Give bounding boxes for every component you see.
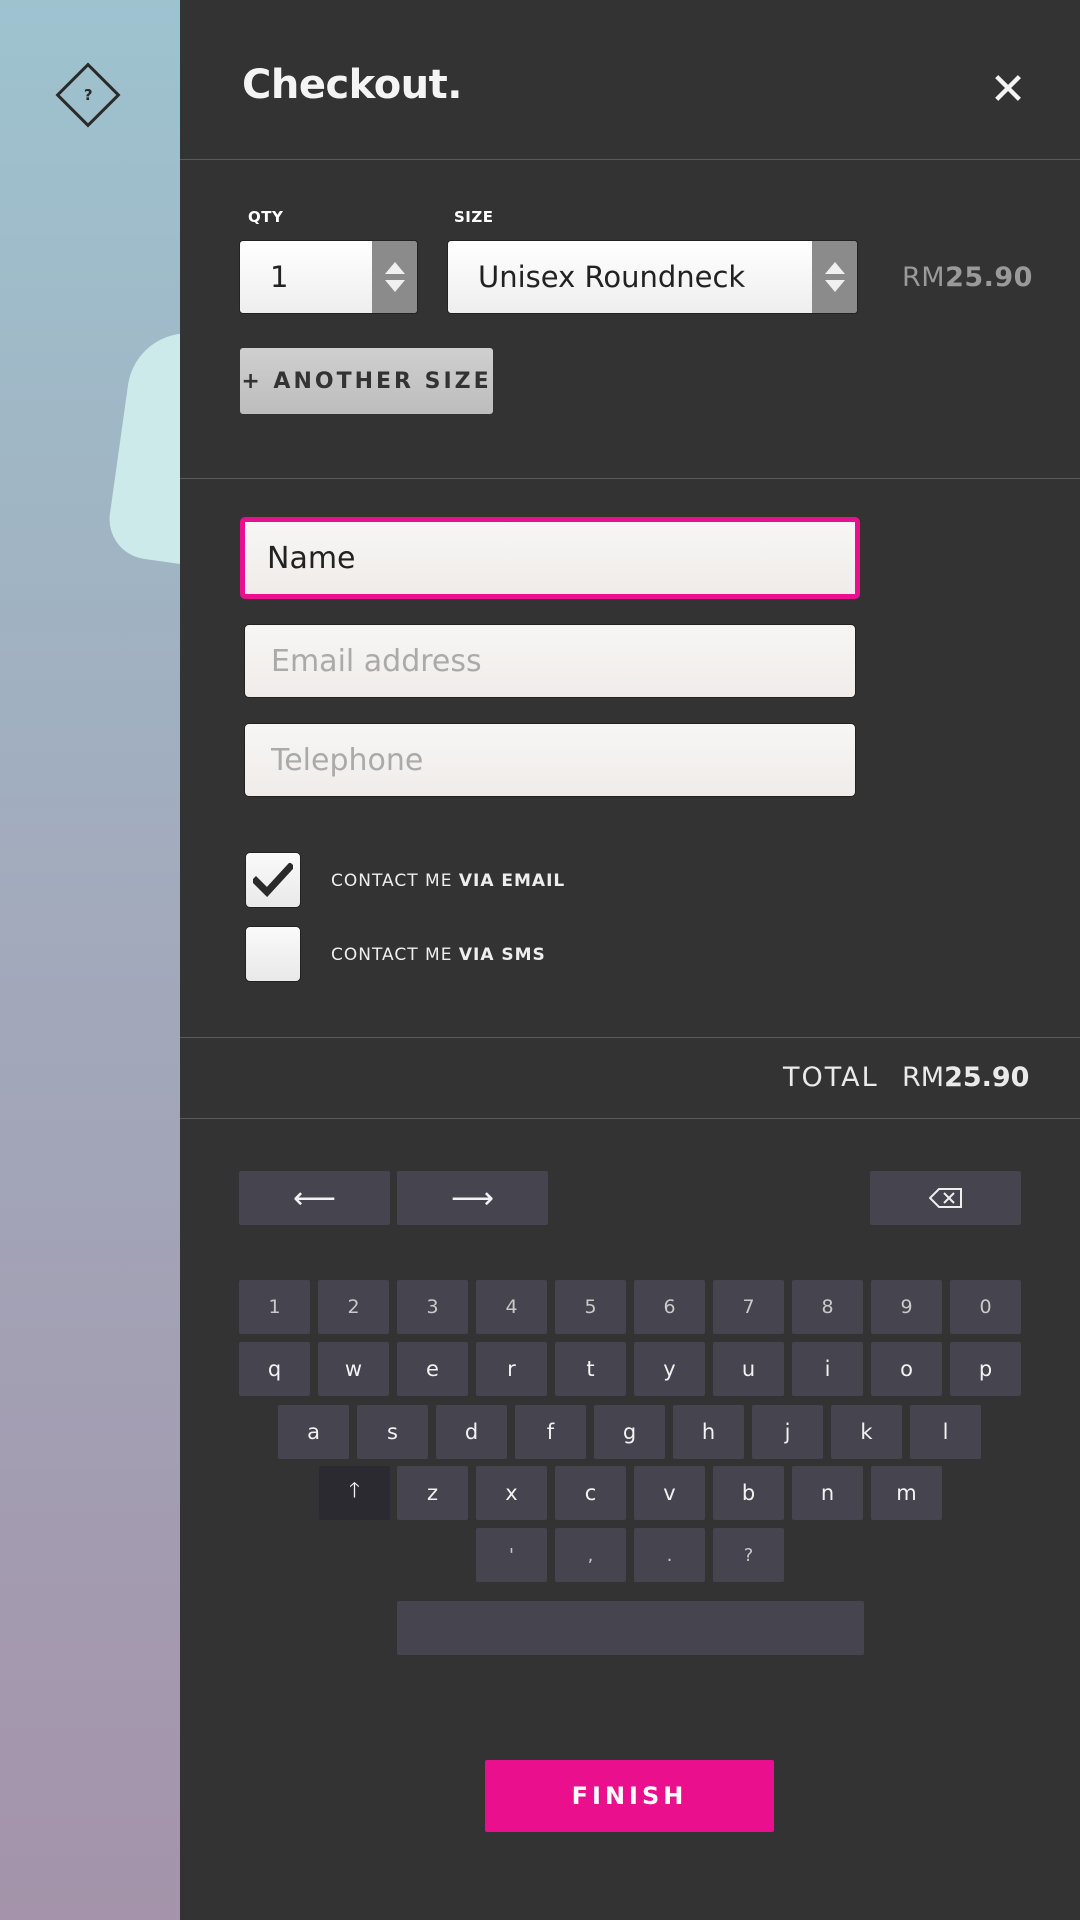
add-another-size-button[interactable]: + ANOTHER SIZE	[240, 348, 493, 414]
name-field[interactable]	[240, 517, 860, 599]
number-key[interactable]: 7	[713, 1280, 784, 1334]
help-button[interactable]: ?	[55, 62, 121, 128]
cursor-right-key[interactable]: ⟶	[397, 1171, 548, 1225]
item-price: RM25.90	[902, 262, 1033, 293]
letter-key[interactable]: u	[713, 1342, 784, 1396]
letter-key[interactable]: s	[357, 1405, 428, 1459]
number-key[interactable]: 0	[950, 1280, 1021, 1334]
shift-key[interactable]: 🡑	[319, 1466, 390, 1520]
punctuation-key[interactable]: '	[476, 1528, 547, 1582]
letter-key[interactable]: j	[752, 1405, 823, 1459]
contact-sms-bold: VIA SMS	[458, 945, 546, 965]
letter-key[interactable]: n	[792, 1466, 863, 1520]
number-key[interactable]: 1	[239, 1280, 310, 1334]
contact-sms-prefix: CONTACT ME	[331, 945, 459, 965]
divider	[180, 1037, 1080, 1038]
backspace-key[interactable]	[870, 1171, 1021, 1225]
number-key[interactable]: 8	[792, 1280, 863, 1334]
letter-key[interactable]: m	[871, 1466, 942, 1520]
total-amount: 25.90	[944, 1062, 1030, 1093]
size-label: SIZE	[454, 208, 494, 226]
finish-button[interactable]: FINISH	[485, 1760, 774, 1832]
backspace-icon	[928, 1188, 962, 1208]
qty-value: 1	[270, 260, 289, 294]
space-key[interactable]	[397, 1601, 864, 1655]
letter-key[interactable]: r	[476, 1342, 547, 1396]
cursor-left-key[interactable]: ⟵	[239, 1171, 390, 1225]
total-label: TOTAL	[783, 1062, 879, 1093]
letter-key[interactable]: z	[397, 1466, 468, 1520]
item-price-amount: 25.90	[945, 262, 1033, 293]
number-key[interactable]: 5	[555, 1280, 626, 1334]
contact-email-label: CONTACT ME VIA EMAIL	[331, 871, 565, 891]
size-value: Unisex Roundneck	[478, 260, 746, 294]
page-title: Checkout.	[242, 62, 462, 108]
qty-select[interactable]: 1	[239, 240, 418, 314]
contact-sms-label: CONTACT ME VIA SMS	[331, 945, 546, 965]
punctuation-key[interactable]: .	[634, 1528, 705, 1582]
divider	[180, 159, 1080, 160]
telephone-field[interactable]	[244, 723, 856, 797]
letter-key[interactable]: d	[436, 1405, 507, 1459]
letter-key[interactable]: i	[792, 1342, 863, 1396]
contact-email-checkbox[interactable]	[245, 852, 301, 908]
number-key[interactable]: 4	[476, 1280, 547, 1334]
letter-key[interactable]: w	[318, 1342, 389, 1396]
item-price-currency: RM	[902, 262, 946, 293]
letter-key[interactable]: x	[476, 1466, 547, 1520]
letter-key[interactable]: h	[673, 1405, 744, 1459]
number-key[interactable]: 3	[397, 1280, 468, 1334]
letter-key[interactable]: o	[871, 1342, 942, 1396]
letter-key[interactable]: p	[950, 1342, 1021, 1396]
email-field[interactable]	[244, 624, 856, 698]
close-icon[interactable]: ✕	[986, 68, 1030, 112]
total-currency: RM	[902, 1062, 945, 1093]
letter-key[interactable]: g	[594, 1405, 665, 1459]
checkout-panel: Checkout. ✕ QTY SIZE 1 Unisex Roundneck …	[180, 0, 1080, 1920]
letter-key[interactable]: c	[555, 1466, 626, 1520]
qty-spinner-icon[interactable]	[372, 241, 417, 313]
punctuation-key[interactable]: ?	[713, 1528, 784, 1582]
letter-key[interactable]: k	[831, 1405, 902, 1459]
qty-label: QTY	[248, 208, 284, 226]
size-spinner-icon[interactable]	[812, 241, 857, 313]
letter-key[interactable]: t	[555, 1342, 626, 1396]
letter-key[interactable]: e	[397, 1342, 468, 1396]
letter-key[interactable]: q	[239, 1342, 310, 1396]
letter-key[interactable]: f	[515, 1405, 586, 1459]
letter-key[interactable]: l	[910, 1405, 981, 1459]
letter-key[interactable]: v	[634, 1466, 705, 1520]
contact-email-bold: VIA EMAIL	[458, 871, 566, 891]
size-select[interactable]: Unisex Roundneck	[447, 240, 858, 314]
help-icon: ?	[83, 85, 93, 104]
number-key[interactable]: 2	[318, 1280, 389, 1334]
divider	[180, 478, 1080, 479]
contact-email-prefix: CONTACT ME	[331, 871, 459, 891]
letter-key[interactable]: y	[634, 1342, 705, 1396]
checkmark-icon	[253, 863, 293, 897]
letter-key[interactable]: a	[278, 1405, 349, 1459]
letter-key[interactable]: b	[713, 1466, 784, 1520]
contact-sms-checkbox[interactable]	[245, 926, 301, 982]
number-key[interactable]: 6	[634, 1280, 705, 1334]
punctuation-key[interactable]: ,	[555, 1528, 626, 1582]
divider	[180, 1118, 1080, 1119]
number-key[interactable]: 9	[871, 1280, 942, 1334]
total-value: RM25.90	[902, 1062, 1029, 1093]
